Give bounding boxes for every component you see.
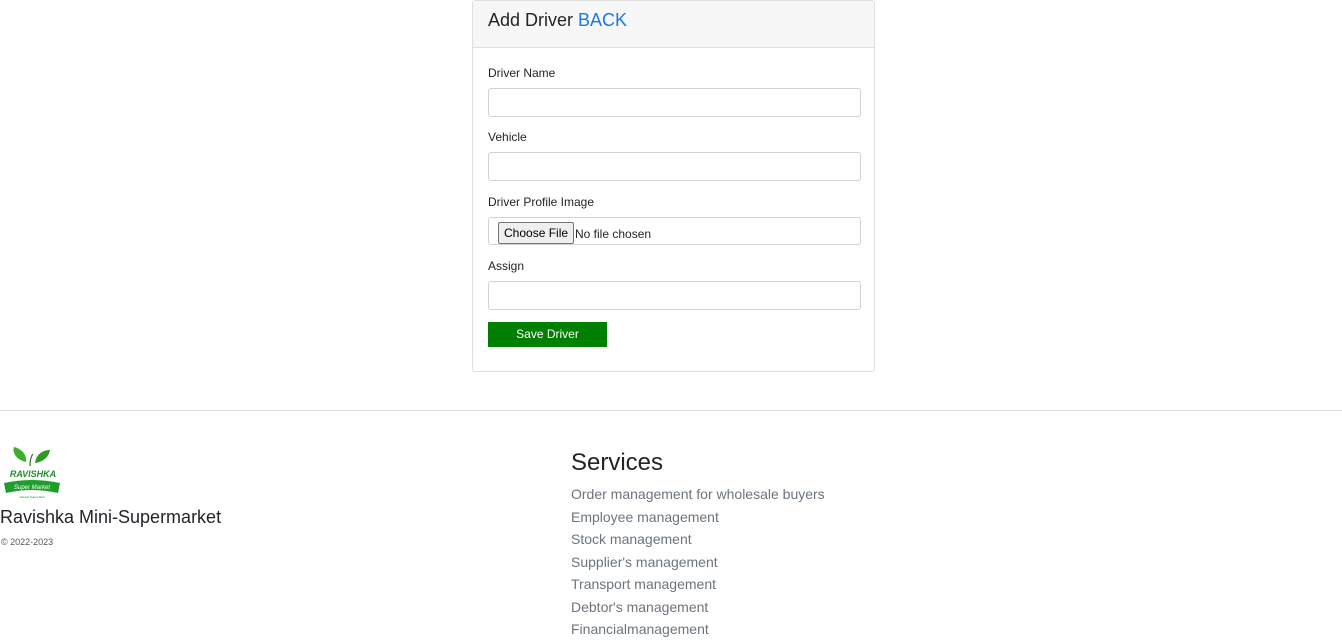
service-link-stock-management[interactable]: Stock management (571, 531, 692, 547)
service-link-debtor-management[interactable]: Debtor's management (571, 599, 708, 615)
page-title: Add Driver (488, 10, 574, 30)
list-item: Stock management (571, 530, 825, 553)
card-header: Add Driver BACK (473, 1, 874, 48)
service-link-order-management[interactable]: Order management for wholesale buyers (571, 486, 825, 502)
choose-file-button[interactable]: Choose File (498, 222, 575, 244)
footer-divider (0, 410, 1342, 411)
save-driver-button[interactable]: Save Driver (488, 322, 607, 347)
vehicle-label: Vehicle (488, 130, 527, 144)
add-driver-card: Add Driver BACK Driver Name Vehicle Driv… (472, 0, 875, 372)
list-item: Supplier's management (571, 553, 825, 576)
list-item: Transport management (571, 575, 825, 598)
svg-text:RAVISHKA: RAVISHKA (10, 469, 56, 479)
back-link[interactable]: BACK (578, 10, 627, 30)
services-heading: Services (571, 449, 664, 476)
leaf-logo-icon: RAVISHKA Super Market Natural Super Mart (4, 447, 60, 499)
profile-image-label: Driver Profile Image (488, 195, 595, 209)
service-link-employee-management[interactable]: Employee management (571, 509, 719, 525)
list-item: Debtor's management (571, 598, 825, 621)
list-item: Financialmanagement (571, 620, 825, 643)
service-link-financial-management[interactable]: Financialmanagement (571, 621, 709, 637)
services-list: Order management for wholesale buyers Em… (571, 485, 825, 643)
file-status-text: No file chosen (575, 227, 652, 241)
svg-text:Natural Super Mart: Natural Super Mart (19, 495, 45, 499)
service-link-transport-management[interactable]: Transport management (571, 576, 716, 592)
copyright-text: © 2022-2023 (1, 537, 54, 547)
list-item: Employee management (571, 508, 825, 531)
driver-name-label: Driver Name (488, 66, 556, 80)
vehicle-input[interactable] (488, 152, 861, 181)
brand-name: Ravishka Mini-Supermarket (0, 507, 222, 527)
list-item: Order management for wholesale buyers (571, 485, 825, 508)
driver-name-input[interactable] (488, 88, 861, 117)
assign-label: Assign (488, 259, 525, 273)
svg-text:Super Market: Super Market (14, 485, 50, 491)
profile-image-file-input[interactable]: Choose File No file chosen (488, 217, 861, 245)
service-link-supplier-management[interactable]: Supplier's management (571, 554, 718, 570)
assign-input[interactable] (488, 281, 861, 310)
